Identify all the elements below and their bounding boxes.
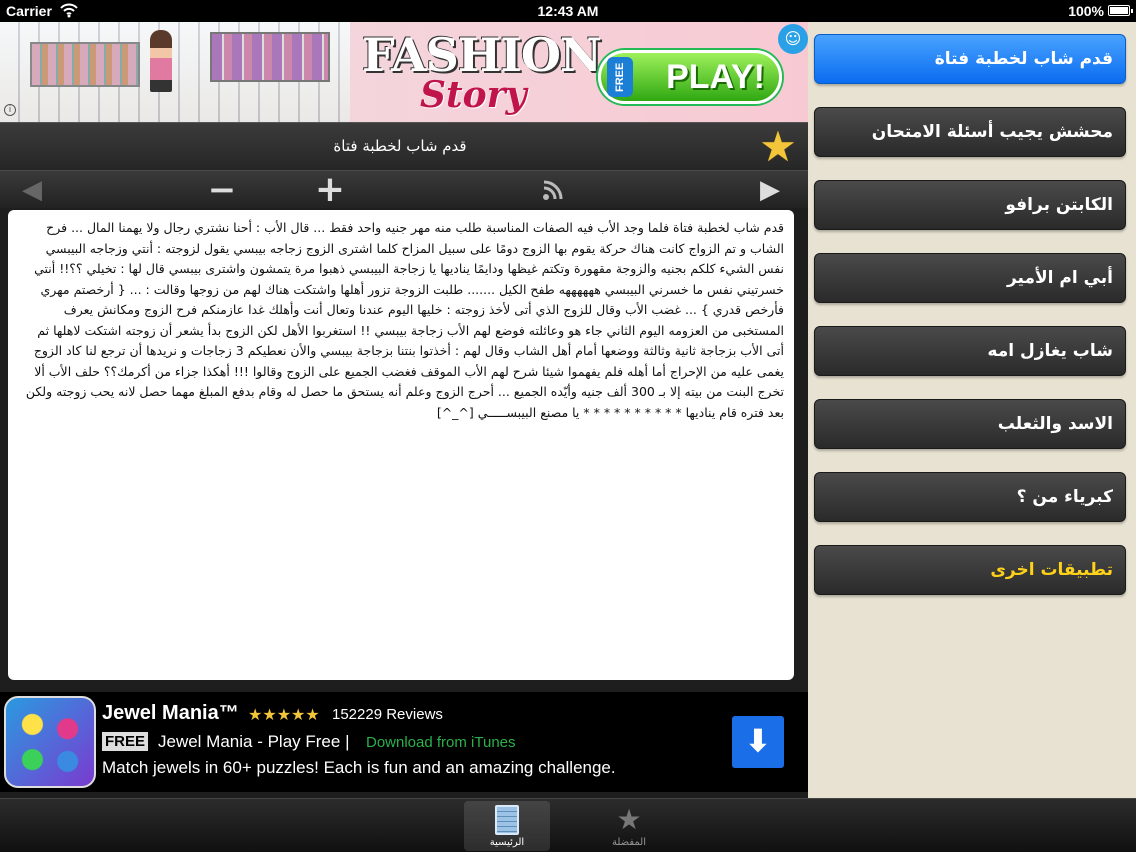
battery-icon (1108, 5, 1133, 16)
sidebar-item-3[interactable]: الكابتن برافو (814, 180, 1126, 230)
ad-info-icon[interactable]: i (4, 104, 16, 116)
battery-percent: 100% (1068, 3, 1104, 19)
sidebar-item-2[interactable]: محشش يجيب أسئلة الامتحان (814, 107, 1126, 157)
ad-description: Match jewels in 60+ puzzles! Each is fun… (102, 758, 616, 777)
sidebar-item-1[interactable]: قدم شاب لخطبة فتاة (814, 34, 1126, 84)
review-count: 152229 Reviews (332, 706, 443, 723)
zoom-out-icon[interactable]: − (204, 171, 240, 209)
status-time: 12:43 AM (537, 3, 599, 19)
ad-app-title: Jewel Mania™ (102, 702, 239, 724)
main-panel: FASHION Story FREE PLAY! ☺ i قدم شاب لخط… (0, 22, 808, 798)
tab-favorites-label: المفضلة (611, 837, 646, 848)
ad-store-image (0, 22, 350, 122)
ad-character-graphic (150, 30, 172, 92)
tab-bar: الرئيسية ★ المفضلة (0, 798, 1136, 852)
ad-badge-icon[interactable]: ☺ (778, 24, 808, 54)
sidebar-item-other-apps[interactable]: تطبيقات اخرى (814, 545, 1126, 595)
ad-free-label: FREE (607, 57, 633, 97)
star-icon: ★ (616, 803, 642, 836)
download-icon[interactable]: ⬇ (732, 716, 784, 768)
ad-app-name: Jewel Mania - Play Free | (158, 732, 350, 751)
next-icon[interactable]: ▶ (752, 171, 788, 209)
ad-rack-graphic-2 (210, 32, 330, 82)
sidebar-item-6[interactable]: الاسد والثعلب (814, 399, 1126, 449)
download-link[interactable]: Download from iTunes (366, 734, 516, 751)
sidebar: قدم شاب لخطبة فتاة محشش يجيب أسئلة الامت… (808, 22, 1136, 798)
app-icon (4, 696, 96, 788)
status-bar: Carrier 12:43 AM 100% (0, 0, 1136, 22)
favorite-star-icon[interactable]: ★ (756, 125, 800, 169)
sidebar-item-5[interactable]: شاب يغازل امه (814, 326, 1126, 376)
top-ad-banner[interactable]: FASHION Story FREE PLAY! ☺ i (0, 22, 808, 122)
tab-home[interactable]: الرئيسية (464, 801, 550, 851)
article-title: قدم شاب لخطبة فتاة (333, 137, 467, 155)
tab-favorites[interactable]: ★ المفضلة (586, 801, 672, 851)
bottom-ad-banner[interactable]: Jewel Mania™ ★★★★★ 152229 Reviews FREE J… (0, 692, 808, 792)
free-badge: FREE (102, 732, 149, 751)
sidebar-item-4[interactable]: أبي ام الأمير (814, 253, 1126, 303)
ad-play-button[interactable]: FREE PLAY! (598, 50, 782, 104)
tab-home-label: الرئيسية (489, 837, 525, 848)
reader-toolbar: ◀ − + ▶ (0, 170, 808, 209)
article-body[interactable]: قدم شاب لخطبة فتاة فلما وجد الأب فيه الص… (8, 210, 794, 680)
notepad-icon (495, 805, 519, 835)
zoom-in-icon[interactable]: + (310, 171, 350, 209)
rating-stars-icon: ★★★★★ (248, 707, 320, 724)
ad-rack-graphic (30, 42, 140, 87)
article-title-bar: قدم شاب لخطبة فتاة ★ (0, 122, 808, 170)
previous-icon[interactable]: ◀ (14, 171, 50, 209)
sidebar-item-7[interactable]: كبرياء من ؟ (814, 472, 1126, 522)
rss-icon[interactable] (538, 171, 568, 209)
ad-play-label: PLAY! (666, 58, 765, 96)
ad-subtitle: Story (420, 74, 527, 116)
